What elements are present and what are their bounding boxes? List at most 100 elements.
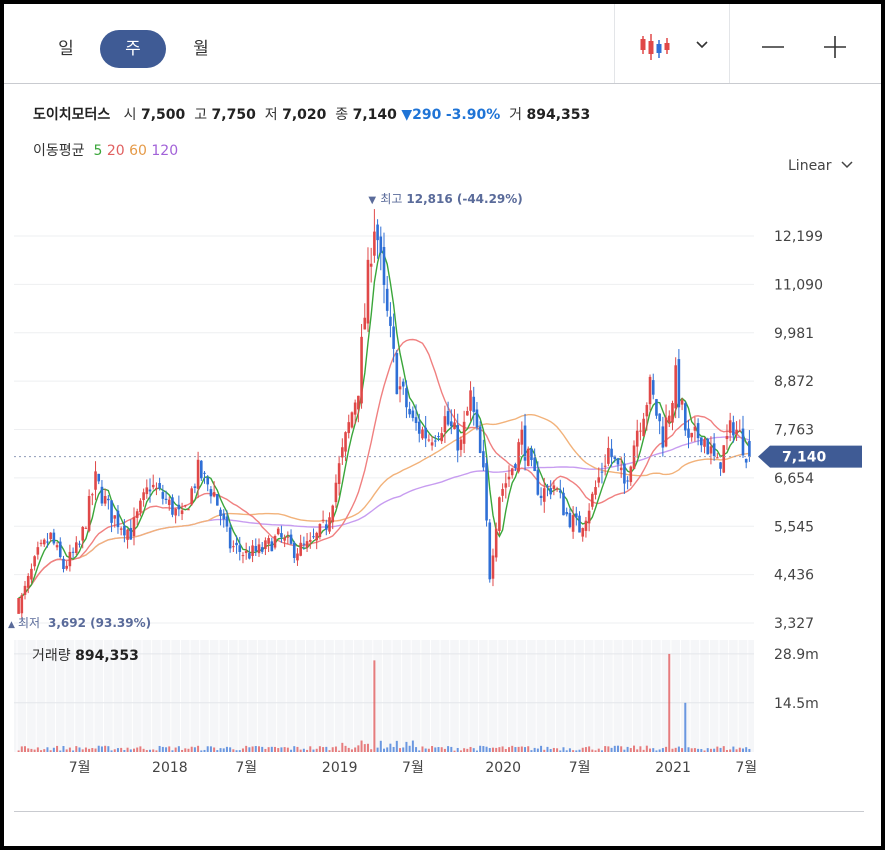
candle-body bbox=[283, 537, 286, 541]
volume-bar bbox=[440, 747, 443, 752]
volume-bar bbox=[594, 750, 597, 752]
candle bbox=[475, 401, 479, 431]
candle bbox=[110, 500, 113, 533]
volume-bar bbox=[700, 749, 703, 752]
candle-body bbox=[312, 536, 315, 538]
candle bbox=[690, 432, 694, 442]
candle-body bbox=[260, 547, 264, 552]
candle bbox=[591, 491, 594, 510]
candle-body bbox=[369, 263, 373, 267]
volume-bar bbox=[511, 745, 514, 752]
candle-body bbox=[446, 411, 450, 425]
candle-body bbox=[216, 494, 219, 506]
candle-body bbox=[558, 490, 562, 493]
time-axis-label: 2020 bbox=[485, 760, 521, 776]
max-marker-icon: ▼ bbox=[368, 195, 376, 206]
volume-bar bbox=[373, 660, 376, 752]
price-tick-label: 4,436 bbox=[774, 568, 814, 584]
volume-bar bbox=[738, 747, 741, 752]
candle-body bbox=[696, 423, 700, 439]
volume-bar bbox=[389, 743, 392, 752]
volume-bar bbox=[306, 749, 309, 752]
volume-bar bbox=[145, 750, 148, 752]
candle bbox=[427, 434, 431, 443]
candle-body bbox=[366, 259, 370, 324]
candle bbox=[20, 592, 24, 619]
volume-bar bbox=[171, 750, 174, 752]
volume-bar bbox=[732, 746, 735, 752]
volume-bar bbox=[588, 746, 591, 752]
candle-body bbox=[91, 494, 94, 496]
volume-bar bbox=[312, 749, 315, 752]
volume-bar bbox=[431, 746, 434, 752]
volume-tick-label: 14.5m bbox=[774, 696, 819, 712]
candle-body bbox=[414, 417, 418, 424]
volume-bar bbox=[65, 749, 68, 752]
volume-bar bbox=[360, 740, 363, 752]
candle bbox=[174, 508, 177, 524]
candle bbox=[523, 413, 527, 471]
candle bbox=[42, 538, 46, 547]
volume-bar bbox=[309, 746, 312, 752]
volume-bar bbox=[161, 746, 164, 752]
candle-body bbox=[392, 326, 395, 349]
volume-bar bbox=[318, 746, 321, 752]
volume-bar bbox=[719, 747, 722, 752]
candle-body bbox=[671, 403, 674, 423]
candle-body bbox=[270, 541, 274, 552]
candle bbox=[385, 276, 389, 317]
volume-bar bbox=[725, 749, 728, 752]
volume-bar bbox=[155, 750, 158, 752]
volume-bar bbox=[584, 747, 587, 752]
candle bbox=[642, 412, 645, 437]
volume-bar bbox=[232, 749, 235, 752]
candle bbox=[296, 548, 299, 566]
candle bbox=[23, 580, 27, 600]
volume-bar bbox=[405, 741, 408, 752]
candle bbox=[151, 474, 155, 490]
volume-bar bbox=[213, 747, 216, 752]
volume-bar bbox=[245, 745, 248, 752]
candle bbox=[334, 474, 338, 508]
candle-body bbox=[398, 386, 402, 390]
candle-body bbox=[667, 415, 671, 423]
volume-bar bbox=[745, 747, 748, 752]
candle bbox=[510, 467, 514, 479]
candle bbox=[581, 527, 585, 542]
candle-body bbox=[738, 430, 742, 432]
candle-body bbox=[363, 317, 367, 330]
volume-bar bbox=[24, 746, 27, 752]
candle bbox=[600, 462, 604, 484]
candle bbox=[629, 465, 633, 486]
candle-body bbox=[478, 426, 482, 453]
candle bbox=[119, 526, 123, 536]
volume-bar bbox=[132, 748, 135, 752]
candle-body bbox=[581, 528, 585, 537]
candle bbox=[459, 436, 463, 457]
candle-body bbox=[635, 430, 639, 447]
price-chart[interactable]: 12,199 11,090 9,981 8,872 7,763 6,654 5,545 4,4… bbox=[4, 4, 881, 846]
candle-body bbox=[126, 529, 129, 540]
candle bbox=[725, 424, 729, 450]
candle bbox=[408, 401, 411, 418]
volume-bar bbox=[530, 750, 533, 752]
candle bbox=[607, 436, 610, 467]
candle bbox=[706, 437, 710, 455]
candle-body bbox=[485, 463, 488, 521]
candle bbox=[568, 508, 572, 529]
candle bbox=[661, 416, 665, 457]
volume-bar bbox=[72, 750, 75, 752]
candle bbox=[36, 541, 40, 560]
candle-body bbox=[350, 412, 354, 428]
candle-body bbox=[94, 471, 97, 490]
candle bbox=[209, 486, 213, 504]
volume-bar bbox=[575, 750, 578, 752]
candle-body bbox=[488, 522, 492, 580]
volume-bar bbox=[49, 750, 52, 752]
volume-bar bbox=[415, 747, 418, 752]
candle bbox=[369, 247, 373, 283]
candle bbox=[68, 544, 72, 572]
volume-legend-value: 894,353 bbox=[75, 648, 139, 664]
candle-body bbox=[167, 499, 171, 505]
volume-bar bbox=[443, 748, 446, 752]
